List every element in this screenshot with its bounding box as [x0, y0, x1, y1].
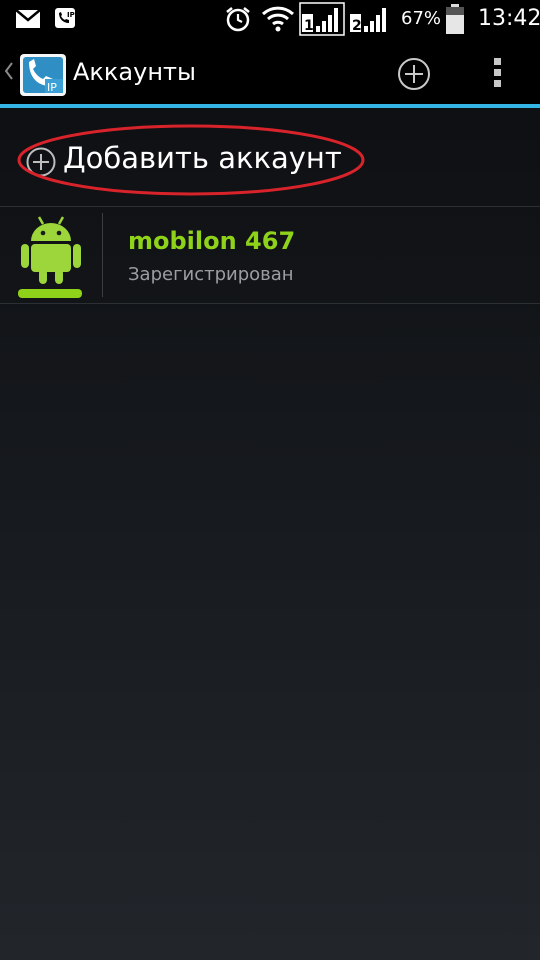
svg-text:IP: IP	[67, 11, 75, 19]
vertical-separator	[102, 213, 103, 297]
sim1-signal-icon: 1	[299, 2, 345, 36]
battery-percentage: 67%	[401, 8, 442, 29]
app-logo-icon: IP	[19, 53, 67, 101]
svg-text:1: 1	[304, 18, 314, 34]
up-navigation-button[interactable]: IP	[0, 38, 70, 104]
wifi-icon	[261, 4, 295, 32]
overflow-dot	[494, 80, 501, 87]
status-clock: 13:42	[478, 6, 540, 31]
add-circle-icon	[25, 146, 57, 182]
overflow-dot	[494, 69, 501, 76]
gmail-notification-icon	[15, 9, 41, 29]
list-divider	[0, 303, 540, 304]
ip-app-notification-icon: IP	[54, 7, 76, 29]
battery-icon	[445, 3, 465, 35]
svg-text:IP: IP	[47, 81, 57, 94]
overflow-dot	[494, 58, 501, 65]
sim2-signal-icon: 2	[348, 2, 394, 36]
account-name: mobilon 467	[128, 227, 296, 255]
overflow-menu-button[interactable]	[478, 50, 518, 94]
account-list-item[interactable]: mobilon 467 Зарегистрирован	[0, 207, 540, 303]
add-account-row[interactable]: Добавить аккаунт	[0, 108, 540, 206]
add-account-action-button[interactable]	[388, 50, 440, 94]
add-account-label: Добавить аккаунт	[63, 141, 342, 175]
svg-text:2: 2	[352, 18, 362, 34]
account-registration-status: Зарегистрирован	[128, 264, 294, 285]
page-title: Аккаунты	[73, 58, 196, 86]
accounts-screen: IP 1 2 67% 13:42 IP Аккаунты Добавить ак…	[0, 0, 540, 960]
android-robot-icon	[18, 211, 84, 289]
add-circle-icon	[398, 58, 430, 90]
account-status-indicator	[18, 289, 82, 298]
alarm-clock-icon	[224, 5, 252, 33]
back-chevron-icon	[4, 62, 14, 84]
status-bar: IP 1 2 67% 13:42	[0, 0, 540, 38]
action-bar: IP Аккаунты	[0, 38, 540, 104]
